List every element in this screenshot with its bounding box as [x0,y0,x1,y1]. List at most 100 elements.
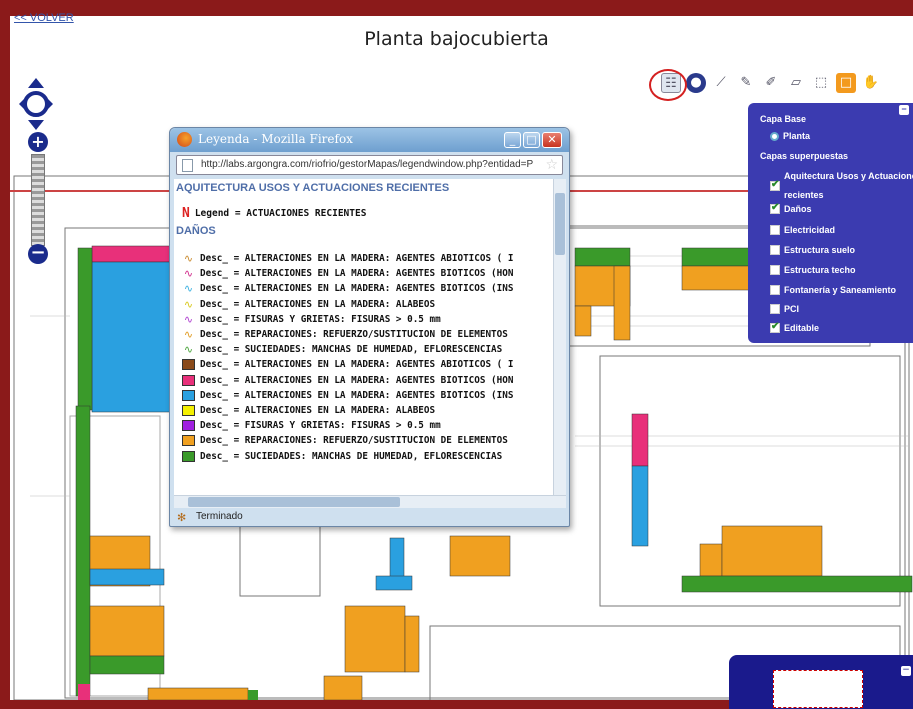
legend-row: Desc_ = REPARACIONES: REFUERZO/SUSTITUCI… [174,433,553,448]
line-symbol-icon: ∿ [183,297,194,311]
overlay-layer-item[interactable]: Fontanería y Saneamiento [770,285,896,295]
fill-symbol-icon [182,404,195,416]
legend-label: Desc_ = ALTERACIONES EN LA MADERA: ALABE… [200,404,436,416]
line-symbol-icon: ∿ [183,252,194,266]
overlay-layer-label: Estructura techo [784,265,856,275]
status-icon: ✻ [177,512,187,524]
fill-symbol-icon [182,435,195,447]
overlay-layer-item[interactable]: Estructura suelo [770,245,855,255]
legend-label: Desc_ = ALTERACIONES EN LA MADERA: AGENT… [200,283,514,295]
legend-row: Desc_ = SUCIEDADES: MANCHAS DE HUMEDAD, … [174,448,553,463]
legend-row: ∿ Desc_ = SUCIEDADES: MANCHAS DE HUMEDAD,… [174,342,553,357]
layers-collapse-button[interactable]: − [899,105,909,115]
overlay-layer-label: Fontanería y Saneamiento [784,285,897,295]
legend-row: ∿ Desc_ = ALTERACIONES EN LA MADERA: AGEN… [174,266,553,281]
fill-symbol-icon [182,374,195,386]
page-frame-left [0,0,10,709]
legend-label: Desc_ = FISURAS Y GRIETAS: FISURAS > 0.5… [200,313,441,325]
legend-main-row: N Legend = ACTUACIONES RECIENTES [174,206,553,221]
pan-control-icon[interactable] [19,78,53,130]
page-title: Planta bajocubierta [364,28,549,50]
legend-row: ∿ Desc_ = ALTERACIONES EN LA MADERA: AGEN… [174,251,553,266]
legend-row: Desc_ = ALTERACIONES EN LA MADERA: AGENT… [174,357,553,372]
checkbox-icon[interactable] [770,225,780,235]
draw-point-icon[interactable]: ✐ [761,73,781,93]
zoom-slider[interactable] [31,154,45,246]
base-layer-label: Planta [783,131,811,141]
address-bar[interactable]: http://labs.argongra.com/riofrio/gestorM… [176,155,563,175]
section-title: DAÑOS [176,225,216,237]
line-symbol-icon: ∿ [183,282,194,296]
overlay-layer-item[interactable]: Aquitectura Usos y Actuaciones recientes [770,167,913,205]
base-layer-heading: Capa Base [760,114,807,124]
measure-icon[interactable]: ⟋ [711,73,731,93]
overlay-layer-item[interactable]: PCI [770,304,799,314]
legend-label: Desc_ = REPARACIONES: REFUERZO/SUSTITUCI… [200,329,508,341]
map-toolbar: ☷ ● ⟋ ✎ ✐ ▱ ⬚ □ ✋ [661,72,881,94]
legend-row: Desc_ = ALTERACIONES EN LA MADERA: AGENT… [174,388,553,403]
maximize-button[interactable]: □ [523,132,540,148]
zoom-out-button[interactable]: − [28,244,48,264]
overview-map[interactable] [773,670,863,708]
bookmark-star-icon[interactable]: ☆ [545,157,558,173]
fill-symbol-icon [182,359,195,371]
line-symbol-icon: ∿ [183,312,194,326]
overlay-layer-label: Daños [784,204,812,214]
legend-label: Desc_ = SUCIEDADES: MANCHAS DE HUMEDAD, … [200,450,503,462]
layers-panel: − Capa Base Planta Capas superpuestas Aq… [748,103,913,343]
legend-row: ∿ Desc_ = FISURAS Y GRIETAS: FISURAS > 0.… [174,312,553,327]
scroll-thumb[interactable] [188,497,400,507]
overlay-layer-item[interactable]: Electricidad [770,225,835,235]
back-link[interactable]: << VOLVER [14,12,74,24]
legend-label: Desc_ = ALTERACIONES EN LA MADERA: AGENT… [200,359,514,371]
select-box-icon[interactable]: ⬚ [811,73,831,93]
zoom-box-icon[interactable]: □ [836,73,856,93]
draw-polygon-icon[interactable]: ▱ [786,73,806,93]
url-text: http://labs.argongra.com/riofrio/gestorM… [201,159,534,170]
fill-symbol-icon [182,389,195,401]
legend-label: Desc_ = REPARACIONES: REFUERZO/SUSTITUCI… [200,435,508,447]
legend-label: Desc_ = FISURAS Y GRIETAS: FISURAS > 0.5… [200,420,441,432]
legend-label: Desc_ = ALTERACIONES EN LA MADERA: AGENT… [200,253,514,265]
legend-row: ∿ Desc_ = REPARACIONES: REFUERZO/SUSTITUC… [174,327,553,342]
checkbox-icon[interactable] [770,285,780,295]
draw-line-icon[interactable]: ✎ [736,73,756,93]
overlay-layer-label: Editable [784,323,820,333]
checkbox-icon[interactable] [770,304,780,314]
overlay-layer-label: PCI [784,304,800,314]
checkbox-icon[interactable] [770,245,780,255]
base-layer-option[interactable]: Planta [770,131,810,141]
radio-selected-icon[interactable] [770,131,779,141]
overlay-layer-label: Estructura suelo [784,245,856,255]
minimize-button[interactable]: _ [504,132,521,148]
zoom-in-button[interactable]: + [28,132,48,152]
overlay-layer-item[interactable]: Daños [770,202,812,214]
vertical-scrollbar[interactable] [553,179,566,495]
overview-collapse-button[interactable]: − [901,666,911,676]
legend-label: Desc_ = SUCIEDADES: MANCHAS DE HUMEDAD, … [200,344,503,356]
horizontal-scrollbar[interactable] [174,495,566,508]
legend-row: Desc_ = ALTERACIONES EN LA MADERA: ALABE… [174,403,553,418]
scroll-thumb[interactable] [555,193,565,255]
checkbox-checked-icon[interactable] [770,321,780,333]
popup-titlebar[interactable]: Leyenda - Mozilla Firefox _ □ ✕ [170,128,569,152]
overlay-layer-label: Aquitectura Usos y Actuaciones recientes [784,171,913,200]
fill-symbol-icon [182,450,195,462]
overlay-layer-item[interactable]: Editable [770,321,820,333]
legend-row: ∿ Desc_ = ALTERACIONES EN LA MADERA: AGEN… [174,281,553,296]
legend-content: AQUITECTURA USOS Y ACTUACIONES RECIENTES… [174,179,553,495]
pan-hand-icon[interactable]: ✋ [861,73,881,93]
checkbox-checked-icon[interactable] [770,202,780,214]
globe-icon[interactable]: ● [686,73,706,93]
popup-title: Leyenda - Mozilla Firefox [198,132,353,146]
line-symbol-icon: ∿ [183,328,194,342]
line-symbol-icon: ∿ [183,267,194,281]
legend-row: ∿ Desc_ = ALTERACIONES EN LA MADERA: ALAB… [174,297,553,312]
close-button[interactable]: ✕ [542,132,562,148]
legend-row: Desc_ = ALTERACIONES EN LA MADERA: AGENT… [174,373,553,388]
checkbox-checked-icon[interactable] [770,179,780,191]
legend-label: Desc_ = ALTERACIONES EN LA MADERA: ALABE… [200,298,436,310]
checkbox-icon[interactable] [770,265,780,275]
overlay-layer-item[interactable]: Estructura techo [770,265,856,275]
status-text: Terminado [196,511,243,522]
